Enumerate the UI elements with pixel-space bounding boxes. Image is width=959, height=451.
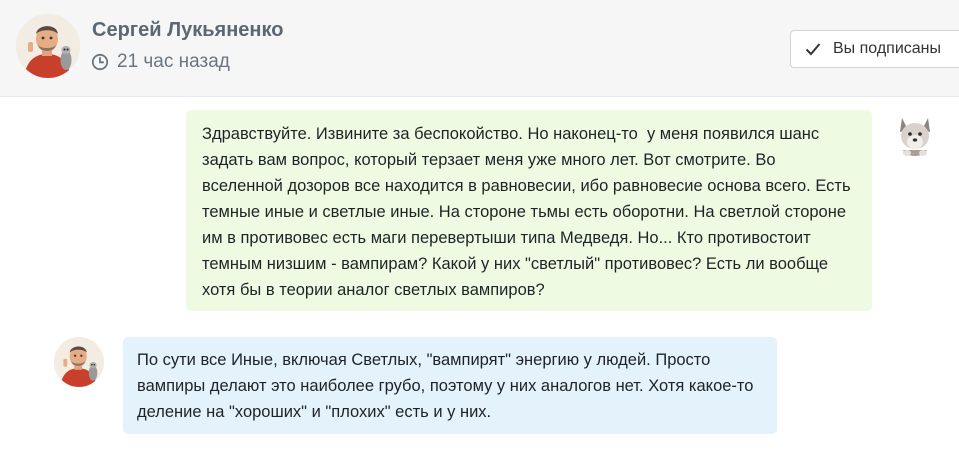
subscribed-button-label: Вы подписаны [833,40,941,57]
wolf-avatar-image [890,110,940,160]
subscribed-button[interactable]: Вы подписаны [790,30,959,68]
answer-author-avatar-image [54,337,104,387]
author-avatar-image [16,14,80,78]
post-header: Сергей Лукьяненко 21 час назад Вы подпис… [0,0,959,97]
question-text: Здравствуйте. Извините за беспокойство. … [202,125,856,299]
answer-text: По сути все Иные, включая Светлых, "вамп… [137,351,759,421]
answer-message-bubble: По сути все Иные, включая Светлых, "вамп… [123,337,777,434]
answer-author-avatar[interactable] [54,337,104,387]
wolf-avatar[interactable] [890,110,940,160]
post-timestamp: 21 час назад [91,51,230,73]
check-icon [805,43,821,56]
question-message-bubble: Здравствуйте. Извините за беспокойство. … [186,110,872,311]
author-name[interactable]: Сергей Лукьяненко [92,19,283,42]
time-ago-text: 21 час назад [117,51,230,72]
clock-icon [91,53,109,71]
author-avatar[interactable] [16,14,80,78]
